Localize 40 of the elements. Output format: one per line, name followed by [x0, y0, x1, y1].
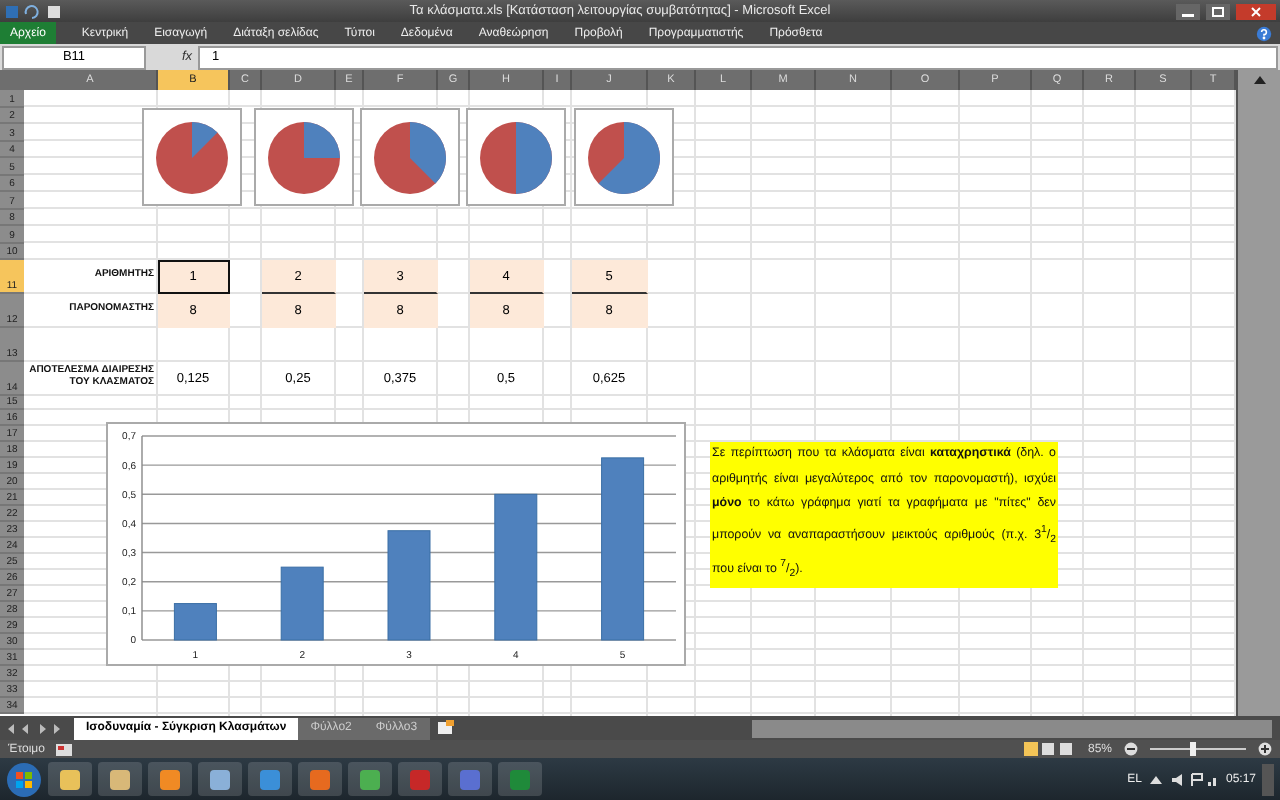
bar: [173, 603, 217, 641]
taskbar-button[interactable]: [198, 762, 242, 796]
taskbar-button[interactable]: [298, 762, 342, 796]
app-icon: [410, 769, 430, 789]
app-icon: [510, 769, 530, 789]
minimize-icon[interactable]: [1176, 3, 1200, 19]
sheet-navigation-icon[interactable]: [6, 721, 62, 735]
help-icon[interactable]: [1256, 25, 1272, 41]
pie-chart: [254, 108, 354, 206]
taskbar-button[interactable]: [148, 762, 192, 796]
taskbar-button[interactable]: [248, 762, 292, 796]
pie-chart: [360, 108, 460, 206]
taskbar-button[interactable]: [48, 762, 92, 796]
app-icon: [210, 769, 230, 789]
app-icon: [160, 769, 180, 789]
view-buttons-icon[interactable]: [1023, 742, 1076, 756]
quick-access-icons[interactable]: [4, 3, 64, 19]
macro-record-icon[interactable]: [56, 743, 73, 755]
start-orb-icon[interactable]: [6, 761, 42, 797]
pie-chart: [142, 108, 242, 206]
insert-sheet-icon[interactable]: [435, 720, 456, 736]
maximize-icon[interactable]: [1206, 3, 1230, 19]
taskbar-button[interactable]: [348, 762, 392, 796]
horizontal-scrollbar[interactable]: [752, 719, 1272, 737]
app-icon: [110, 769, 130, 789]
zoom-in-icon[interactable]: [1258, 742, 1272, 756]
bar: [387, 530, 431, 641]
app-icon: [260, 769, 280, 789]
vertical-scrollbar[interactable]: [1236, 70, 1280, 716]
app-icon: [310, 769, 330, 789]
bar: [280, 566, 324, 641]
tray-icons[interactable]: [1147, 771, 1220, 787]
pie-chart: [466, 108, 566, 206]
pie-chart: [574, 108, 674, 206]
taskbar-button[interactable]: [98, 762, 142, 796]
app-icon: [60, 769, 80, 789]
app-icon: [360, 769, 380, 789]
app-icon: [460, 769, 480, 789]
zoom-out-icon[interactable]: [1124, 742, 1138, 756]
close-icon[interactable]: [1236, 3, 1276, 19]
